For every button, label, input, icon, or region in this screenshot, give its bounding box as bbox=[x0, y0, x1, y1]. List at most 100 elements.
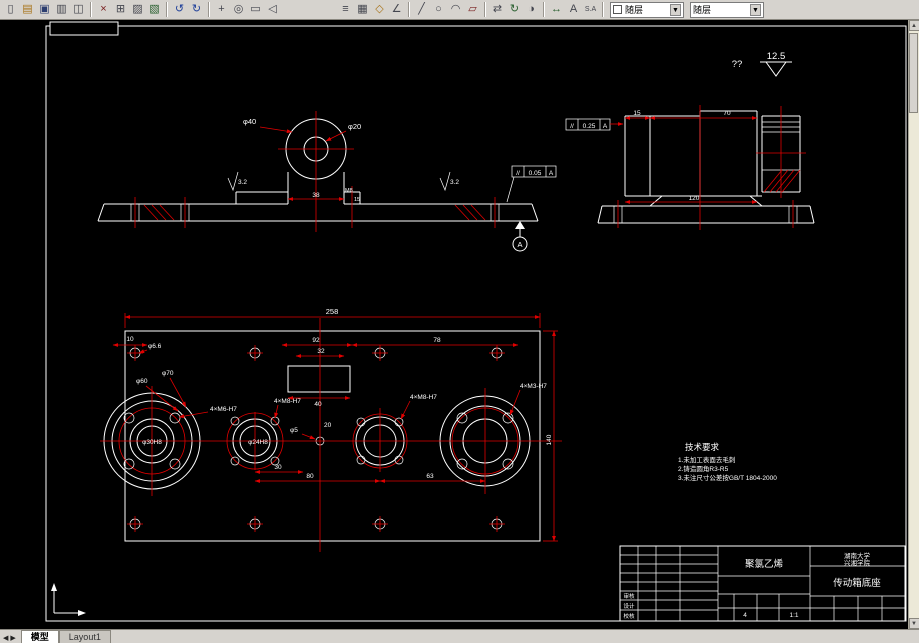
zoom-realtime-icon[interactable]: ◎ bbox=[230, 1, 247, 18]
plan-dim10-label: 10 bbox=[126, 336, 134, 343]
roughness-prefix: ?? bbox=[732, 59, 743, 70]
material-label: 聚氯乙烯 bbox=[745, 558, 784, 570]
technical-notes: 技术要求 1.未加工表面去毛刺 2.铸造圆角R3-R5 3.未注尺寸公差按GB/… bbox=[678, 442, 777, 482]
plot-preview-icon[interactable]: ◫ bbox=[70, 1, 87, 18]
linetype-control-value: 随层 bbox=[693, 5, 712, 15]
copy-icon[interactable]: ⊞ bbox=[112, 1, 129, 18]
circle-tool-icon[interactable]: ○ bbox=[430, 1, 447, 18]
plan-dim20-label: 20 bbox=[324, 422, 332, 429]
gdt-symbol: // bbox=[570, 123, 574, 130]
color-control-value: 随层 bbox=[625, 5, 644, 15]
save-icon[interactable]: ▣ bbox=[36, 1, 53, 18]
tab-nav-prev-icon[interactable]: ◀ bbox=[3, 634, 8, 642]
plan-dia5-label: φ5 bbox=[290, 427, 298, 434]
autocad-window: ▯ ▤ ▣ ▥ ◫ × ⊞ ▨ ▧ ↺ ↻ + ◎ ▭ ◁ ≡ ▦ ◇ ∠ ╱ ○ ◠ ▱ ⇄ ↻ ◑ ↔ A S.A 随层 ▼ 随层 ▼ ??… bbox=[0, 0, 919, 643]
layout-tab-bar: ◀ ▶ 模型 Layout1 bbox=[0, 629, 919, 643]
scroll-up-icon[interactable]: ▲ bbox=[908, 20, 919, 31]
plan-dia60-label: φ60 bbox=[136, 378, 148, 385]
move-tool-icon[interactable]: ⇄ bbox=[489, 1, 506, 18]
scrollbar-thumb[interactable] bbox=[908, 33, 918, 113]
pan-icon[interactable]: + bbox=[213, 1, 230, 18]
roughness-symbol-icon bbox=[765, 61, 787, 77]
plan-dia66-label: φ6.6 bbox=[148, 343, 162, 350]
match-properties-icon[interactable]: ▧ bbox=[146, 1, 163, 18]
pocket-outline bbox=[287, 365, 351, 393]
dia40-label: φ40 bbox=[243, 117, 256, 126]
plan-dia70-label: φ70 bbox=[162, 370, 174, 377]
side-dim120-label: 120 bbox=[689, 195, 700, 202]
organization-line1: 湖南大学 bbox=[844, 551, 871, 560]
layer-states-icon[interactable]: ▦ bbox=[354, 1, 371, 18]
rotate-tool-icon[interactable]: ↻ bbox=[506, 1, 523, 18]
erase-tool-icon[interactable]: ▱ bbox=[464, 1, 481, 18]
ortho-icon[interactable]: ∠ bbox=[388, 1, 405, 18]
dim-linear-icon[interactable]: ↔ bbox=[548, 1, 565, 18]
plan-m8b-label: 4×M8-H7 bbox=[410, 394, 437, 401]
gdt-datum-ref: A bbox=[549, 170, 554, 177]
plan-dim140-label: 140 bbox=[546, 434, 553, 445]
toolbar-separator bbox=[408, 2, 410, 17]
roughness-note: ?? 12.5 bbox=[732, 51, 792, 77]
toolbar-separator bbox=[602, 2, 604, 17]
zoom-window-icon[interactable]: ▭ bbox=[247, 1, 264, 18]
new-file-icon[interactable]: ▯ bbox=[2, 1, 19, 18]
front-view: φ40 φ20 38 3.2 3.2 M8 15 // 0.05 A A bbox=[97, 111, 557, 252]
undo-icon[interactable]: ↺ bbox=[171, 1, 188, 18]
toolbar: ▯ ▤ ▣ ▥ ◫ × ⊞ ▨ ▧ ↺ ↻ + ◎ ▭ ◁ ≡ ▦ ◇ ∠ ╱ ○ ◠ ▱ ⇄ ↻ ◑ ↔ A S.A 随层 ▼ 随层 ▼ bbox=[0, 0, 919, 20]
text-tool-icon[interactable]: A bbox=[565, 1, 582, 18]
dia20-label: φ20 bbox=[348, 122, 361, 131]
gdt-symbol: // bbox=[516, 170, 520, 177]
titleblock-row2-label: 设计 bbox=[623, 602, 635, 610]
plan-dim258-label: 258 bbox=[326, 307, 339, 316]
drawing-canvas[interactable]: ?? 12.5 φ40 φ20 38 3.2 3.2 M8 15 // 0.05… bbox=[0, 20, 908, 629]
paste-icon[interactable]: ▨ bbox=[129, 1, 146, 18]
color-swatch-icon bbox=[613, 5, 622, 14]
side-dim15-label: 15 bbox=[633, 110, 641, 117]
tab-model[interactable]: 模型 bbox=[20, 630, 59, 643]
print-icon[interactable]: ▥ bbox=[53, 1, 70, 18]
thread-depth-label: 15 bbox=[354, 197, 360, 203]
plan-m6-label: 4×M6-H7 bbox=[210, 406, 237, 413]
side-dim70-label: 70 bbox=[723, 110, 731, 117]
open-file-icon[interactable]: ▤ bbox=[19, 1, 36, 18]
side-view: 15 70 120 // 0.25 A bbox=[565, 105, 815, 230]
chevron-down-icon[interactable]: ▼ bbox=[670, 3, 681, 16]
ucs-icon bbox=[51, 583, 86, 616]
toolbar-separator bbox=[166, 2, 168, 17]
datum-a-flag: A bbox=[512, 221, 528, 252]
roughness-left-label: 3.2 bbox=[238, 179, 247, 186]
title-block: 聚氯乙烯 湖南大学 兴湘学院 传动箱底座 4 1:1 审核 设计 校核 bbox=[619, 545, 906, 622]
gdt-tolerance: 0.05 bbox=[529, 170, 542, 177]
scroll-down-icon[interactable]: ▼ bbox=[908, 618, 919, 629]
linetype-control[interactable]: 随层 ▼ bbox=[690, 1, 764, 18]
gdt-frame-side: // 0.25 A bbox=[565, 118, 624, 131]
plan-dim92-label: 92 bbox=[312, 337, 320, 344]
dim38-label: 38 bbox=[312, 192, 320, 199]
mirror-tool-icon[interactable]: ◑ bbox=[523, 1, 540, 18]
gdt-datum-ref: A bbox=[603, 123, 608, 130]
datum-a-label: A bbox=[517, 240, 522, 249]
roughness-right-label: 3.2 bbox=[450, 179, 459, 186]
osnap-icon[interactable]: ◇ bbox=[371, 1, 388, 18]
part-name-label: 传动箱底座 bbox=[833, 577, 881, 589]
scale-value: 1:1 bbox=[789, 612, 798, 619]
toolbar-separator bbox=[208, 2, 210, 17]
cut-icon[interactable]: × bbox=[95, 1, 112, 18]
arc-tool-icon[interactable]: ◠ bbox=[447, 1, 464, 18]
layers-icon[interactable]: ≡ bbox=[337, 1, 354, 18]
zoom-previous-icon[interactable]: ◁ bbox=[264, 1, 281, 18]
color-control[interactable]: 随层 ▼ bbox=[610, 1, 684, 18]
notes-item-1: 1.未加工表面去毛刺 bbox=[678, 455, 735, 464]
tab-layout1[interactable]: Layout1 bbox=[58, 630, 111, 643]
plan-m8a-label: 4×M8-H7 bbox=[274, 398, 301, 405]
line-tool-icon[interactable]: ╱ bbox=[413, 1, 430, 18]
gdt-tolerance: 0.25 bbox=[583, 123, 596, 130]
chevron-down-icon[interactable]: ▼ bbox=[750, 3, 761, 16]
dim-style-icon[interactable]: S.A bbox=[582, 1, 599, 18]
mounting-holes bbox=[127, 345, 505, 532]
redo-icon[interactable]: ↻ bbox=[188, 1, 205, 18]
tab-nav-next-icon[interactable]: ▶ bbox=[10, 634, 15, 642]
parts-list-stub bbox=[49, 21, 119, 36]
vertical-scrollbar[interactable]: ▲ ▼ bbox=[908, 20, 919, 629]
